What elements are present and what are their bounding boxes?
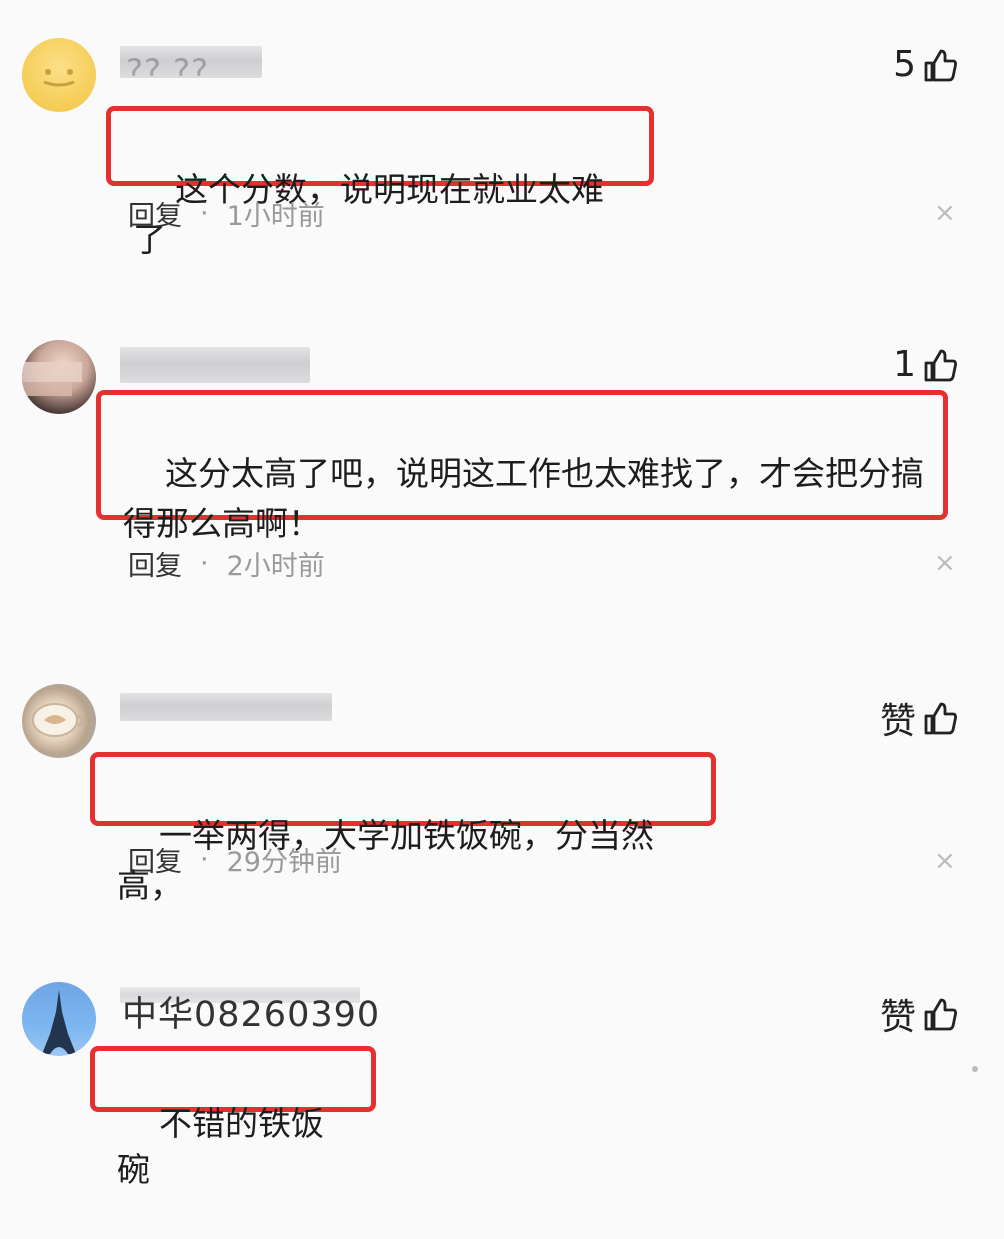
- separator: ·: [200, 844, 209, 875]
- timestamp: 2小时前: [226, 551, 325, 582]
- close-icon[interactable]: ×: [934, 198, 956, 228]
- like-button[interactable]: 1: [893, 344, 958, 385]
- thumbs-up-icon: [924, 349, 957, 381]
- smile-icon: [43, 69, 75, 87]
- comment-meta: 回复 · 1小时前: [128, 194, 325, 233]
- username: ?? ??: [126, 52, 210, 78]
- scroll-indicator: [972, 1066, 978, 1072]
- reply-button[interactable]: 回复: [128, 544, 182, 583]
- close-icon[interactable]: ×: [934, 548, 956, 578]
- comment-text-highlight: 不错的铁饭碗: [90, 1046, 376, 1189]
- reply-button[interactable]: 回复: [128, 840, 182, 879]
- comment-meta: 回复 · 29分钟前: [128, 840, 342, 879]
- timestamp: 1小时前: [226, 201, 325, 232]
- like-count: 5: [893, 44, 916, 85]
- avatar[interactable]: [22, 340, 96, 414]
- comment-text: 这分太高了吧，说明这工作也太难找了，才会把分搞 得那么高啊！: [123, 454, 924, 543]
- username-blurred[interactable]: ?? ??: [120, 46, 262, 78]
- comment-text-highlight: 这个分数，说明现在就业太难了: [106, 106, 654, 259]
- like-count: 1: [893, 344, 916, 385]
- coffee-cup-icon: [32, 703, 85, 737]
- separator: ·: [200, 548, 209, 579]
- close-icon[interactable]: ×: [934, 846, 956, 876]
- comment-text: 不错的铁饭碗: [117, 1104, 324, 1189]
- eiffel-tower-icon: [42, 990, 76, 1054]
- thumbs-up-icon: [924, 49, 957, 81]
- separator: ·: [200, 198, 209, 229]
- comment-meta: 回复 · 2小时前: [128, 544, 325, 583]
- like-button[interactable]: 赞: [880, 988, 958, 1040]
- avatar[interactable]: [22, 38, 96, 112]
- timestamp: 29分钟前: [226, 847, 342, 878]
- like-label: 赞: [879, 701, 916, 742]
- avatar[interactable]: [22, 982, 96, 1056]
- thumbs-up-icon: [924, 998, 957, 1031]
- username[interactable]: 中华08260390: [122, 986, 380, 1037]
- portrait-icon: [22, 362, 82, 396]
- avatar[interactable]: [22, 684, 96, 758]
- username-blurred[interactable]: [120, 347, 310, 383]
- comment-text-highlight: 这分太高了吧，说明这工作也太难找了，才会把分搞 得那么高啊！: [96, 390, 948, 543]
- username-blurred[interactable]: [120, 693, 332, 721]
- like-button[interactable]: 5: [893, 44, 958, 85]
- reply-button[interactable]: 回复: [128, 194, 182, 233]
- like-button[interactable]: 赞: [880, 692, 958, 744]
- thumbs-up-icon: [924, 702, 957, 735]
- like-label: 赞: [879, 997, 916, 1038]
- comment-text-highlight: 一举两得，大学加铁饭碗，分当然高，: [90, 752, 716, 905]
